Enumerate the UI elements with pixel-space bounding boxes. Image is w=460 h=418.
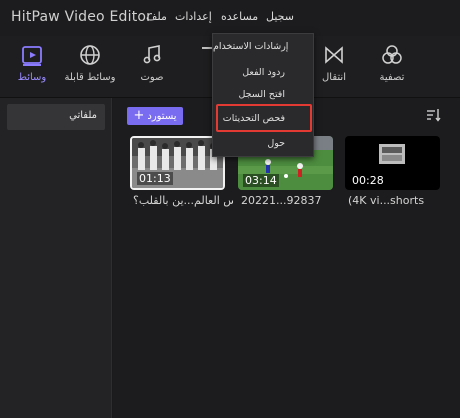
menu-settings[interactable]: إعدادات (175, 10, 212, 23)
media-clip-1[interactable]: 01:13 (130, 136, 225, 190)
help-dropdown-menu: إرشادات الاستخدام ردود الفعل افتح السجل … (212, 33, 314, 157)
tool-stock-media-label: وسائط قابلة (64, 72, 116, 83)
globe-icon (80, 45, 100, 65)
tool-audio[interactable]: صوت (120, 36, 184, 96)
clip-3-duration: 00:28 (350, 174, 386, 187)
tool-stock-media[interactable]: وسائط قابلة (58, 36, 122, 96)
media-icon (22, 46, 42, 66)
menu-register[interactable]: سجيل (266, 10, 294, 23)
sidebar: ملفاتي (0, 98, 112, 418)
sidebar-item-my-files[interactable]: ملفاتي (7, 104, 105, 130)
import-label: يستورد (147, 111, 177, 122)
clip-3-name: (4K vi...shorts (348, 194, 425, 207)
tool-media[interactable]: وسائط (0, 36, 64, 96)
transition-icon (325, 46, 343, 64)
tool-filter[interactable]: تصفية (360, 36, 424, 96)
menu-item-about[interactable]: حول (213, 138, 313, 158)
menu-item-usage-guide[interactable]: إرشادات الاستخدام (213, 41, 313, 61)
tool-audio-label: صوت (140, 72, 164, 83)
media-clip-3[interactable]: 00:28 (345, 136, 440, 190)
clip-1-duration: 01:13 (137, 172, 173, 185)
menu-item-check-updates[interactable]: فحص التحديثات (213, 113, 313, 133)
import-button[interactable]: + يستورد (127, 107, 183, 125)
sort-icon[interactable] (426, 108, 442, 122)
menu-item-open-log[interactable]: افتح السجل (213, 89, 313, 109)
menu-file[interactable]: ملف (146, 10, 167, 23)
tool-media-label: وسائط (17, 72, 47, 83)
menu-item-feedback[interactable]: ردود الفعل (213, 67, 313, 87)
clip-1-name: كأس العالم...ين بالقلب؟ (133, 194, 233, 207)
plus-icon: + (133, 108, 145, 123)
menu-help[interactable]: مساعده (221, 10, 258, 23)
clip-2-name: 20221...92837 (241, 194, 322, 207)
clip-2-duration: 03:14 (243, 174, 279, 187)
music-note-icon (143, 45, 161, 64)
title-bar: HitPaw Video Editor ملف إعدادات مساعده س… (0, 0, 460, 36)
app-title: HitPaw Video Editor (11, 9, 153, 25)
filter-icon (382, 45, 402, 64)
tool-filter-label: تصفية (379, 72, 405, 83)
